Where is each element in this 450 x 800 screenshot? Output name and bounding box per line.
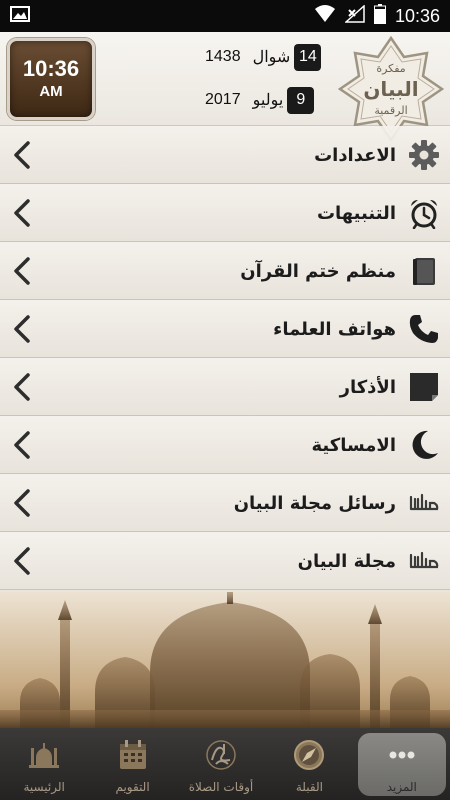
nav-label: التقويم bbox=[115, 780, 150, 794]
menu-item-adhkar[interactable]: الأذكار bbox=[0, 358, 450, 416]
logo-top-text: مفكرة bbox=[376, 62, 405, 75]
menu-item-label: الأذكار bbox=[339, 376, 396, 398]
menu-item-quran-planner[interactable]: منظم ختم القرآن bbox=[0, 242, 450, 300]
logo-main-text: البيان bbox=[363, 77, 418, 101]
gregorian-month: يوليو bbox=[252, 92, 284, 109]
hijri-year: 1438 bbox=[205, 48, 241, 65]
compass-icon bbox=[294, 740, 325, 770]
chevron-left-icon bbox=[14, 373, 30, 401]
book-icon bbox=[408, 255, 440, 287]
menu-item-albayan-messages[interactable]: رسائل مجلة البيان bbox=[0, 474, 450, 532]
calendar-icon bbox=[119, 740, 146, 769]
menu-item-imsakiya[interactable]: الامساكية bbox=[0, 416, 450, 474]
no-signal-icon bbox=[343, 4, 365, 27]
hijri-month: شوال bbox=[252, 49, 291, 66]
logo-bottom-text: الرقمية bbox=[374, 104, 407, 117]
mosque-silhouette bbox=[0, 592, 450, 728]
bottom-nav: المزيد القبلة أوقات الصلاة التقويم الرئي… bbox=[0, 728, 450, 800]
nav-label: أوقات الصلاة bbox=[188, 780, 254, 794]
menu-item-label: منظم ختم القرآن bbox=[240, 260, 396, 282]
gregorian-date: 9 يوليو 2017 bbox=[205, 85, 315, 115]
nav-prayer-times[interactable]: أوقات الصلاة bbox=[177, 728, 265, 800]
chevron-left-icon bbox=[14, 489, 30, 517]
note-icon bbox=[408, 371, 440, 403]
clock-widget[interactable]: 10:36 AM bbox=[7, 38, 95, 120]
nav-calendar[interactable]: التقويم bbox=[88, 728, 176, 800]
status-bar: 10:36 bbox=[0, 0, 450, 32]
chevron-left-icon bbox=[14, 199, 30, 227]
menu-item-label: التنبيهات bbox=[316, 202, 396, 224]
menu-list: الاعدادات التنبيهات منظم ختم القرآن هوات… bbox=[0, 126, 450, 590]
clock-ampm: AM bbox=[39, 83, 63, 100]
clock-time: 10:36 bbox=[22, 56, 80, 81]
chevron-left-icon bbox=[14, 257, 30, 285]
chevron-left-icon bbox=[14, 547, 30, 575]
menu-item-albayan-magazine[interactable]: مجلة البيان bbox=[0, 532, 450, 590]
nav-label: المزيد bbox=[386, 780, 417, 794]
chevron-left-icon bbox=[14, 431, 30, 459]
hijri-day: 14 bbox=[294, 43, 322, 71]
menu-item-label: هواتف العلماء bbox=[273, 318, 396, 340]
image-icon bbox=[10, 6, 30, 26]
menu-item-alerts[interactable]: التنبيهات bbox=[0, 184, 450, 242]
calligraphy-icon bbox=[206, 740, 236, 770]
nav-home[interactable]: الرئيسية bbox=[0, 728, 88, 800]
albayan-logo-icon bbox=[408, 545, 440, 577]
hijri-date: 14 شوال 1438 bbox=[205, 42, 322, 72]
chevron-left-icon bbox=[14, 141, 30, 169]
mosque-icon bbox=[29, 743, 60, 768]
gregorian-year: 2017 bbox=[205, 91, 241, 108]
wifi-icon bbox=[314, 5, 336, 27]
status-time: 10:36 bbox=[394, 5, 440, 26]
menu-item-label: الاعدادات bbox=[314, 144, 396, 166]
menu-item-settings[interactable]: الاعدادات bbox=[0, 126, 450, 184]
phone-icon bbox=[408, 313, 440, 345]
mosque-background bbox=[0, 592, 450, 728]
menu-item-label: الامساكية bbox=[311, 434, 396, 456]
gear-icon bbox=[408, 139, 440, 171]
crescent-icon bbox=[408, 429, 440, 461]
chevron-left-icon bbox=[14, 315, 30, 343]
header: 10:36 AM 14 شوال 1438 9 يوليو 2017 مفكرة… bbox=[0, 32, 450, 142]
nav-label: القبلة bbox=[295, 780, 323, 794]
more-dots-icon bbox=[389, 751, 415, 759]
nav-qibla[interactable]: القبلة bbox=[265, 728, 353, 800]
alarm-clock-icon bbox=[408, 197, 440, 229]
menu-item-label: مجلة البيان bbox=[297, 550, 396, 572]
menu-item-scholars-phones[interactable]: هواتف العلماء bbox=[0, 300, 450, 358]
gregorian-day: 9 bbox=[287, 86, 315, 114]
menu-item-label: رسائل مجلة البيان bbox=[233, 492, 396, 514]
nav-more[interactable]: المزيد bbox=[357, 733, 446, 796]
albayan-logo-icon bbox=[408, 487, 440, 519]
nav-label: الرئيسية bbox=[23, 780, 65, 794]
battery-icon bbox=[373, 4, 386, 28]
